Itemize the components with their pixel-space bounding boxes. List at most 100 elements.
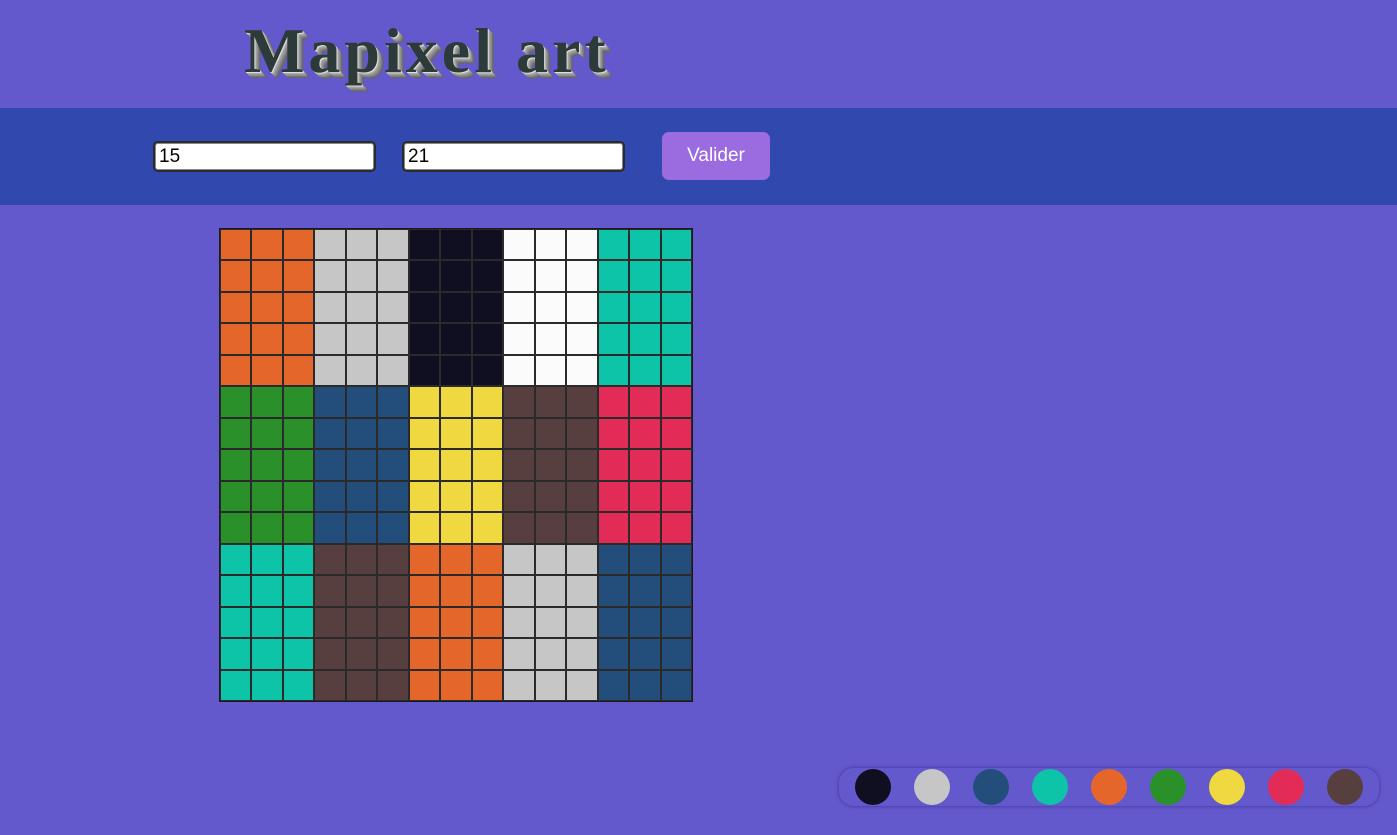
pixel-cell[interactable] — [566, 417, 598, 450]
pixel-cell[interactable] — [408, 669, 441, 702]
pixel-cell[interactable] — [534, 323, 567, 355]
pixel-cell[interactable] — [251, 669, 283, 702]
pixel-cell[interactable] — [440, 291, 472, 324]
pixel-cell[interactable] — [629, 638, 661, 670]
pixel-cell[interactable] — [314, 449, 346, 481]
pixel-cell[interactable] — [471, 386, 504, 418]
pixel-cell[interactable] — [220, 512, 252, 544]
pixel-cell[interactable] — [503, 575, 535, 607]
pixel-cell[interactable] — [408, 449, 441, 481]
pixel-cell[interactable] — [471, 543, 504, 576]
pixel-cell[interactable] — [503, 669, 535, 702]
pixel-cell[interactable] — [597, 606, 630, 639]
pixel-cell[interactable] — [345, 669, 378, 702]
pixel-cell[interactable] — [597, 260, 630, 292]
pixel-cell[interactable] — [471, 575, 504, 607]
pixel-cell[interactable] — [282, 543, 315, 576]
pixel-cell[interactable] — [220, 417, 252, 450]
pixel-cell[interactable] — [629, 543, 661, 576]
pixel-cell[interactable] — [534, 512, 567, 544]
pixel-cell[interactable] — [377, 260, 409, 292]
pixel-cell[interactable] — [471, 417, 504, 450]
pixel-cell[interactable] — [314, 291, 346, 324]
pixel-cell[interactable] — [345, 480, 378, 513]
pixel-cell[interactable] — [251, 354, 283, 387]
pixel-cell[interactable] — [377, 512, 409, 544]
pixel-cell[interactable] — [220, 354, 252, 387]
pixel-cell[interactable] — [566, 512, 598, 544]
pixel-cell[interactable] — [503, 638, 535, 670]
pixel-cell[interactable] — [314, 606, 346, 639]
pixel-cell[interactable] — [377, 417, 409, 450]
pixel-cell[interactable] — [440, 669, 472, 702]
pixel-cell[interactable] — [408, 638, 441, 670]
pixel-cell[interactable] — [345, 449, 378, 481]
pixel-cell[interactable] — [566, 229, 598, 261]
pixel-cell[interactable] — [377, 354, 409, 387]
pixel-cell[interactable] — [566, 480, 598, 513]
pixel-cell[interactable] — [660, 669, 693, 702]
pixel-cell[interactable] — [440, 386, 472, 418]
pixel-cell[interactable] — [660, 229, 693, 261]
pixel-cell[interactable] — [503, 417, 535, 450]
pixel-cell[interactable] — [314, 417, 346, 450]
pixel-cell[interactable] — [440, 543, 472, 576]
pixel-cell[interactable] — [660, 417, 693, 450]
pixel-cell[interactable] — [314, 543, 346, 576]
pixel-cell[interactable] — [660, 543, 693, 576]
pixel-cell[interactable] — [408, 260, 441, 292]
pixel-cell[interactable] — [471, 669, 504, 702]
pixel-cell[interactable] — [534, 606, 567, 639]
pixel-cell[interactable] — [629, 606, 661, 639]
pixel-cell[interactable] — [220, 606, 252, 639]
pixel-cell[interactable] — [251, 575, 283, 607]
pixel-cell[interactable] — [503, 449, 535, 481]
pixel-cell[interactable] — [408, 543, 441, 576]
pixel-cell[interactable] — [314, 480, 346, 513]
pixel-cell[interactable] — [377, 480, 409, 513]
pixel-cell[interactable] — [220, 323, 252, 355]
pixel-cell[interactable] — [440, 480, 472, 513]
pixel-cell[interactable] — [408, 229, 441, 261]
pixel-cell[interactable] — [471, 606, 504, 639]
pixel-cell[interactable] — [251, 543, 283, 576]
pixel-cell[interactable] — [220, 386, 252, 418]
pixel-cell[interactable] — [345, 575, 378, 607]
pixel-cell[interactable] — [629, 260, 661, 292]
pixel-cell[interactable] — [597, 229, 630, 261]
pixel-cell[interactable] — [597, 386, 630, 418]
pixel-cell[interactable] — [282, 354, 315, 387]
pixel-cell[interactable] — [629, 323, 661, 355]
pixel-cell[interactable] — [377, 638, 409, 670]
pixel-cell[interactable] — [345, 512, 378, 544]
pixel-cell[interactable] — [220, 543, 252, 576]
pixel-cell[interactable] — [251, 638, 283, 670]
pixel-cell[interactable] — [251, 386, 283, 418]
pixel-cell[interactable] — [220, 260, 252, 292]
pixel-cell[interactable] — [314, 512, 346, 544]
pixel-cell[interactable] — [251, 480, 283, 513]
pixel-cell[interactable] — [345, 417, 378, 450]
pixel-cell[interactable] — [597, 417, 630, 450]
pixel-cell[interactable] — [345, 260, 378, 292]
pixel-cell[interactable] — [377, 575, 409, 607]
color-swatch-green[interactable] — [1150, 769, 1187, 805]
pixel-cell[interactable] — [597, 669, 630, 702]
pixel-cell[interactable] — [566, 669, 598, 702]
pixel-cell[interactable] — [629, 449, 661, 481]
pixel-cell[interactable] — [629, 229, 661, 261]
pixel-cell[interactable] — [282, 291, 315, 324]
pixel-cell[interactable] — [471, 638, 504, 670]
pixel-cell[interactable] — [597, 480, 630, 513]
pixel-cell[interactable] — [282, 512, 315, 544]
pixel-cell[interactable] — [660, 449, 693, 481]
pixel-cell[interactable] — [408, 480, 441, 513]
pixel-cell[interactable] — [282, 386, 315, 418]
pixel-cell[interactable] — [503, 354, 535, 387]
pixel-cell[interactable] — [534, 229, 567, 261]
pixel-cell[interactable] — [503, 512, 535, 544]
pixel-cell[interactable] — [408, 354, 441, 387]
pixel-cell[interactable] — [534, 638, 567, 670]
pixel-cell[interactable] — [629, 291, 661, 324]
pixel-cell[interactable] — [660, 638, 693, 670]
